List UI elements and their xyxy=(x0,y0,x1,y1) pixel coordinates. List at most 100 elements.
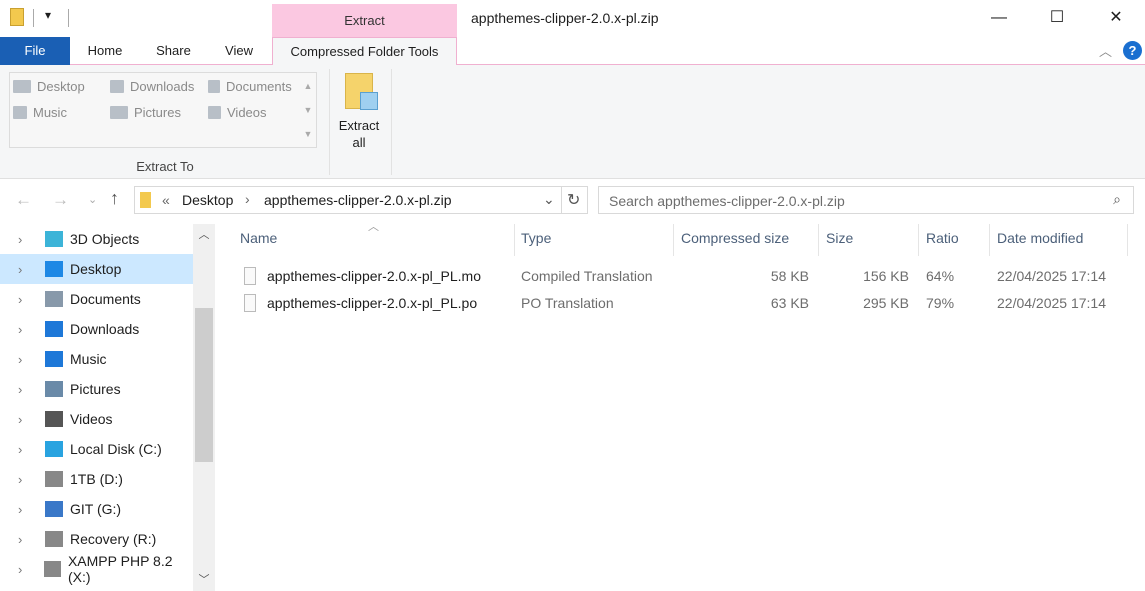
nav-label: Downloads xyxy=(70,321,140,337)
up-button[interactable]: ↑ xyxy=(110,188,119,209)
nav-item-3d-objects[interactable]: › 3D Objects xyxy=(0,224,193,254)
column-date-modified[interactable]: Date modified xyxy=(997,230,1083,250)
label: Extract xyxy=(338,118,380,133)
column-type[interactable]: Type xyxy=(521,230,551,250)
column-size[interactable]: Size xyxy=(826,230,853,250)
expand-chevron-icon[interactable]: › xyxy=(0,322,45,337)
overflow-chevron[interactable]: « xyxy=(162,192,170,208)
nav-item-xampp-php-8-2-x[interactable]: › XAMPP PHP 8.2 (X:) xyxy=(0,553,193,585)
file-compressed-size: 58 KB xyxy=(770,268,809,284)
back-button[interactable]: ← xyxy=(15,190,32,210)
tab-file[interactable]: File xyxy=(0,37,70,65)
nav-label: Documents xyxy=(70,291,141,307)
nav-item-recovery-r[interactable]: › Recovery (R:) xyxy=(0,524,193,554)
nav-item-documents[interactable]: › Documents xyxy=(0,284,193,314)
help-icon[interactable]: ? xyxy=(1123,41,1142,60)
expand-chevron-icon[interactable]: › xyxy=(0,502,45,517)
folder-icon xyxy=(45,411,63,427)
file-date: 22/04/2025 17:14 xyxy=(997,268,1106,284)
divider[interactable] xyxy=(1127,224,1128,256)
folder-icon xyxy=(45,351,63,367)
nav-item-music[interactable]: › Music xyxy=(0,344,193,374)
breadcrumb-zip[interactable]: appthemes-clipper-2.0.x-pl.zip xyxy=(264,192,452,208)
nav-scrollbar[interactable]: ︿ ﹀ xyxy=(193,224,215,591)
divider[interactable] xyxy=(918,224,919,256)
expand-chevron-icon[interactable]: › xyxy=(0,292,45,307)
ribbon: Desktop Downloads Documents Music Pictur… xyxy=(0,65,1145,179)
search-input[interactable]: Search appthemes-clipper-2.0.x-pl.zip ⌕ xyxy=(598,186,1134,214)
nav-item-videos[interactable]: › Videos xyxy=(0,404,193,434)
documents-icon xyxy=(208,80,220,93)
tab-view[interactable]: View xyxy=(212,37,266,65)
file-size: 156 KB xyxy=(863,268,909,284)
quick-access-dropdown-icon[interactable]: ▾ xyxy=(45,8,51,22)
music-icon xyxy=(13,106,27,119)
breadcrumb-separator[interactable]: › xyxy=(245,191,250,207)
expand-chevron-icon[interactable]: › xyxy=(0,232,45,247)
gallery-item-music[interactable]: Music xyxy=(13,105,67,120)
folder-icon xyxy=(45,231,63,247)
tab-home[interactable]: Home xyxy=(75,37,135,65)
folder-icon xyxy=(45,471,63,487)
folder-icon xyxy=(45,291,63,307)
gallery-scroll[interactable]: ▲ ▼ ▼ xyxy=(301,74,315,146)
file-ratio: 79% xyxy=(926,295,955,311)
nav-item-desktop[interactable]: › Desktop xyxy=(0,254,193,284)
expand-chevron-icon[interactable]: › xyxy=(0,472,45,487)
file-row[interactable]: appthemes-clipper-2.0.x-pl_PL.po PO Tran… xyxy=(232,291,1132,318)
expand-chevron-icon[interactable]: › xyxy=(0,532,45,547)
column-compressed-size[interactable]: Compressed size xyxy=(681,230,789,250)
nav-item-pictures[interactable]: › Pictures xyxy=(0,374,193,404)
gallery-item-downloads[interactable]: Downloads xyxy=(110,79,194,94)
divider[interactable] xyxy=(818,224,819,256)
expand-chevron-icon[interactable]: › xyxy=(0,412,45,427)
divider[interactable] xyxy=(514,224,515,256)
address-dropdown-icon[interactable]: ⌄ xyxy=(543,191,555,208)
nav-label: Music xyxy=(70,351,107,367)
nav-item-downloads[interactable]: › Downloads xyxy=(0,314,193,344)
extract-to-gallery: Desktop Downloads Documents Music Pictur… xyxy=(9,72,317,148)
expand-chevron-icon[interactable]: › xyxy=(0,382,45,397)
nav-label: Pictures xyxy=(70,381,121,397)
folder-icon xyxy=(45,441,63,457)
expand-chevron-icon[interactable]: › xyxy=(0,262,45,277)
divider[interactable] xyxy=(673,224,674,256)
address-bar[interactable]: « Desktop › appthemes-clipper-2.0.x-pl.z… xyxy=(134,186,588,214)
expand-chevron-icon[interactable]: › xyxy=(0,352,45,367)
nav-label: 1TB (D:) xyxy=(70,471,123,487)
expand-chevron-icon[interactable]: › xyxy=(0,562,44,577)
nav-item-git-g[interactable]: › GIT (G:) xyxy=(0,494,193,524)
folder-icon xyxy=(45,261,63,277)
gallery-item-documents[interactable]: Documents xyxy=(208,79,292,94)
nav-item-local-disk-c[interactable]: › Local Disk (C:) xyxy=(0,434,193,464)
desktop-icon xyxy=(13,80,31,93)
file-row[interactable]: appthemes-clipper-2.0.x-pl_PL.mo Compile… xyxy=(232,264,1132,291)
expand-chevron-icon[interactable]: › xyxy=(0,442,45,457)
forward-button[interactable]: → xyxy=(52,190,69,210)
label: Downloads xyxy=(130,79,195,94)
window-title: appthemes-clipper-2.0.x-pl.zip xyxy=(471,10,659,26)
file-type: Compiled Translation xyxy=(521,268,653,284)
nav-item-1tb-d[interactable]: › 1TB (D:) xyxy=(0,464,193,494)
divider xyxy=(391,69,392,175)
maximize-button[interactable]: ☐ xyxy=(1034,0,1080,36)
close-button[interactable]: ✕ xyxy=(1093,0,1139,36)
refresh-icon[interactable]: ↻ xyxy=(567,190,580,210)
column-name[interactable]: Name xyxy=(240,230,277,250)
collapse-ribbon-icon[interactable]: ︿ xyxy=(1099,41,1112,60)
tab-share[interactable]: Share xyxy=(145,37,202,65)
breadcrumb-desktop[interactable]: Desktop xyxy=(182,192,233,208)
gallery-item-desktop[interactable]: Desktop xyxy=(13,79,85,94)
gallery-item-pictures[interactable]: Pictures xyxy=(110,105,181,120)
recent-locations-button[interactable]: ⌄ xyxy=(88,193,97,206)
tab-compressed-folder-tools[interactable]: Compressed Folder Tools xyxy=(272,37,457,66)
minimize-button[interactable]: — xyxy=(976,0,1022,36)
extract-all-button[interactable]: Extract all xyxy=(333,71,385,151)
label: Desktop xyxy=(37,79,85,94)
gallery-item-videos[interactable]: Videos xyxy=(208,105,267,120)
nav-label: 3D Objects xyxy=(70,231,140,247)
column-ratio[interactable]: Ratio xyxy=(926,230,959,250)
folder-icon xyxy=(45,321,63,337)
scrollbar-thumb[interactable] xyxy=(195,308,213,462)
divider[interactable] xyxy=(989,224,990,256)
